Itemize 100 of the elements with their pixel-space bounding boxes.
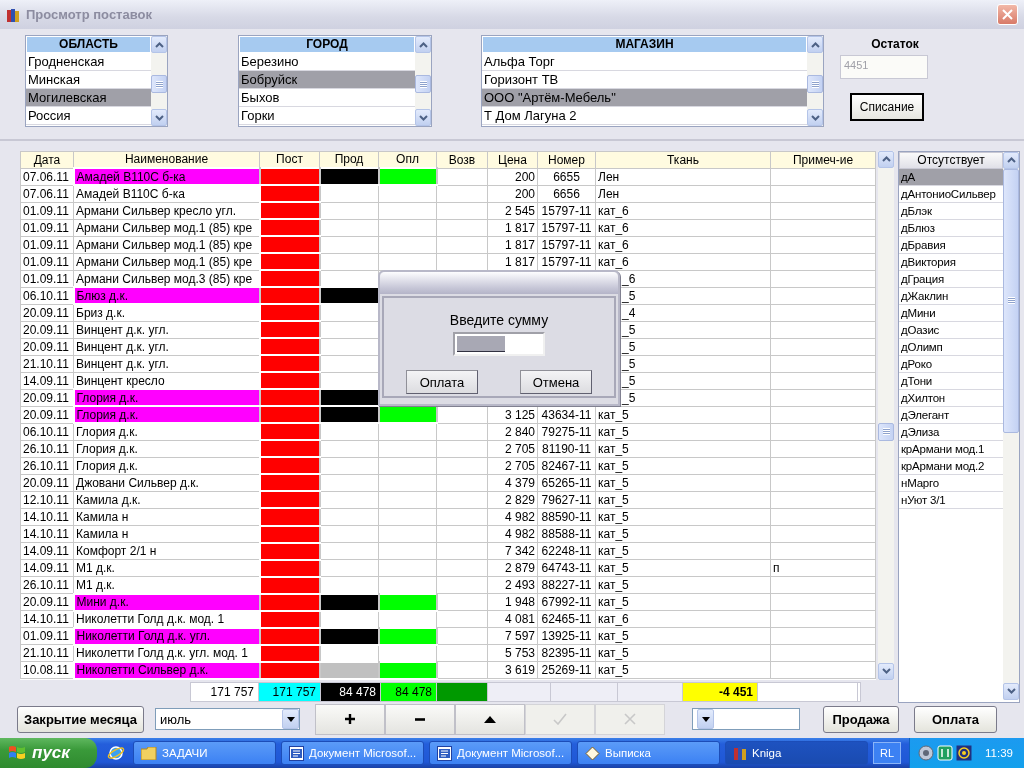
start-button[interactable]: пуск <box>0 738 97 768</box>
table-cell: 2 545 <box>487 202 538 220</box>
table-cell: 20.09.11 <box>20 474 74 492</box>
caret-icon <box>701 716 710 722</box>
table-cell: 2 840 <box>487 423 538 441</box>
table-cell: 01.09.11 <box>20 219 74 237</box>
speaker-icon[interactable] <box>918 745 934 761</box>
list-header: Отсутствует <box>899 151 1003 169</box>
arrow-down-icon <box>810 115 820 121</box>
books-icon <box>733 745 747 761</box>
table-cell: 14.10.11 <box>20 508 74 526</box>
close-month-button[interactable]: Закрытие месяца <box>17 705 144 733</box>
table-cell: 15797-11 <box>537 219 596 237</box>
table-cell: Лен <box>595 185 771 203</box>
scrollbar-thumb[interactable] <box>807 75 823 94</box>
list-item[interactable]: Бобруйск <box>239 71 415 90</box>
list-item[interactable]: Горки <box>239 107 415 126</box>
arrow-up-icon <box>881 156 891 163</box>
books-icon <box>6 6 20 23</box>
table-cell: 14.09.11 <box>20 542 74 560</box>
plus-icon <box>345 714 355 725</box>
column-header[interactable]: Цена <box>487 151 538 169</box>
close-button[interactable] <box>997 4 1018 26</box>
table-cell: 1 817 <box>487 236 538 254</box>
remainder-label: Остаток <box>871 37 919 52</box>
tool-button[interactable] <box>385 703 455 735</box>
table-cell: 200 <box>487 168 538 186</box>
dialog-button[interactable]: Отмена <box>520 370 592 394</box>
sale-button[interactable]: Продажа <box>823 705 899 733</box>
column-header[interactable]: Ткань <box>595 151 771 169</box>
table-cell: 6655 <box>537 168 596 186</box>
tool-button[interactable] <box>315 703 385 735</box>
language-indicator[interactable]: RL <box>873 742 901 764</box>
table-cell: Мини д.к. <box>73 593 260 611</box>
table-cell: 01.09.11 <box>20 202 74 220</box>
column-header[interactable]: Примеч-ие <box>770 151 876 169</box>
table-cell: кат_5 <box>595 423 771 441</box>
table-cell: 4 982 <box>487 525 538 543</box>
scrollbar-thumb[interactable] <box>151 75 167 94</box>
arrow-up-icon <box>154 42 164 48</box>
arrow-up-icon <box>1006 157 1016 164</box>
table-cell: 2 879 <box>487 559 538 577</box>
table-cell: 4 081 <box>487 610 538 628</box>
prompt-label: Введите сумму <box>449 312 549 328</box>
dropdown[interactable] <box>692 708 800 731</box>
table-cell: 14.10.11 <box>20 525 74 543</box>
table-cell: 21.10.11 <box>20 644 74 662</box>
table-cell: кат_5 <box>595 559 771 577</box>
clock: 11:39 <box>985 747 1013 759</box>
scroll-up-button[interactable] <box>1003 151 1019 169</box>
table-cell-text: _5 <box>622 373 636 388</box>
table-cell: 81190-11 <box>537 440 596 458</box>
column-header[interactable]: Возв <box>436 151 488 169</box>
table-cell: 62248-11 <box>537 542 596 560</box>
table-cell: кат_5 <box>595 457 771 475</box>
scroll-down-button[interactable] <box>415 109 431 127</box>
table-cell: 2 493 <box>487 576 538 594</box>
table-cell: 20.09.11 <box>20 304 74 322</box>
scroll-down-button[interactable] <box>878 662 894 680</box>
table-cell: 6656 <box>537 185 596 203</box>
dialog-button[interactable]: Оплата <box>406 370 478 394</box>
list-item[interactable]: Могилевская <box>26 89 151 108</box>
window-title: Просмотр поставок <box>26 7 153 23</box>
column-header[interactable]: Номер <box>537 151 596 169</box>
tool-button[interactable] <box>455 703 525 735</box>
scroll-down-button[interactable] <box>151 109 167 127</box>
list-item[interactable]: Альфа Торг <box>482 53 807 72</box>
scrollbar-thumb[interactable] <box>1003 168 1019 433</box>
table-cell: 15797-11 <box>537 202 596 220</box>
scrollbar-thumb[interactable] <box>415 75 431 94</box>
table-cell: кат_5 <box>595 474 771 492</box>
table-cell: 88588-11 <box>537 525 596 543</box>
minus-icon <box>415 717 425 721</box>
amount-field[interactable] <box>453 332 545 356</box>
column-header[interactable]: Дата <box>20 151 74 169</box>
taskbar-button[interactable]: Kniga <box>725 741 868 765</box>
pay-button[interactable]: Оплата <box>914 705 997 733</box>
write-off-button[interactable]: Списание <box>850 93 924 122</box>
scroll-down-button[interactable] <box>1003 682 1019 700</box>
list-item[interactable]: Т Дом Лагуна 2 <box>482 107 807 126</box>
table-cell: п <box>770 559 876 577</box>
scroll-down-button[interactable] <box>807 109 823 127</box>
scroll-up-button[interactable] <box>415 36 431 54</box>
table-cell: 2 829 <box>487 491 538 509</box>
list-item[interactable]: ООО "Артём-Мебель" <box>482 89 807 108</box>
list-item[interactable]: Быхов <box>239 89 415 108</box>
triangle-up-icon <box>484 715 496 723</box>
scroll-up-button[interactable] <box>807 36 823 54</box>
scrollbar-thumb[interactable] <box>878 422 894 441</box>
table-cell: 25269-11 <box>537 661 596 679</box>
scroll-up-button[interactable] <box>878 150 894 168</box>
table-cell: 01.09.11 <box>20 253 74 271</box>
globe-icon[interactable] <box>107 744 125 762</box>
table-cell: 20.09.11 <box>20 338 74 356</box>
table-cell: 82467-11 <box>537 457 596 475</box>
cross-icon <box>624 713 636 726</box>
list-header: ГОРОД <box>239 36 415 54</box>
month-dropdown[interactable]: июль <box>155 708 300 731</box>
scroll-up-button[interactable] <box>151 36 167 54</box>
table-cell: кат_5 <box>595 644 771 662</box>
